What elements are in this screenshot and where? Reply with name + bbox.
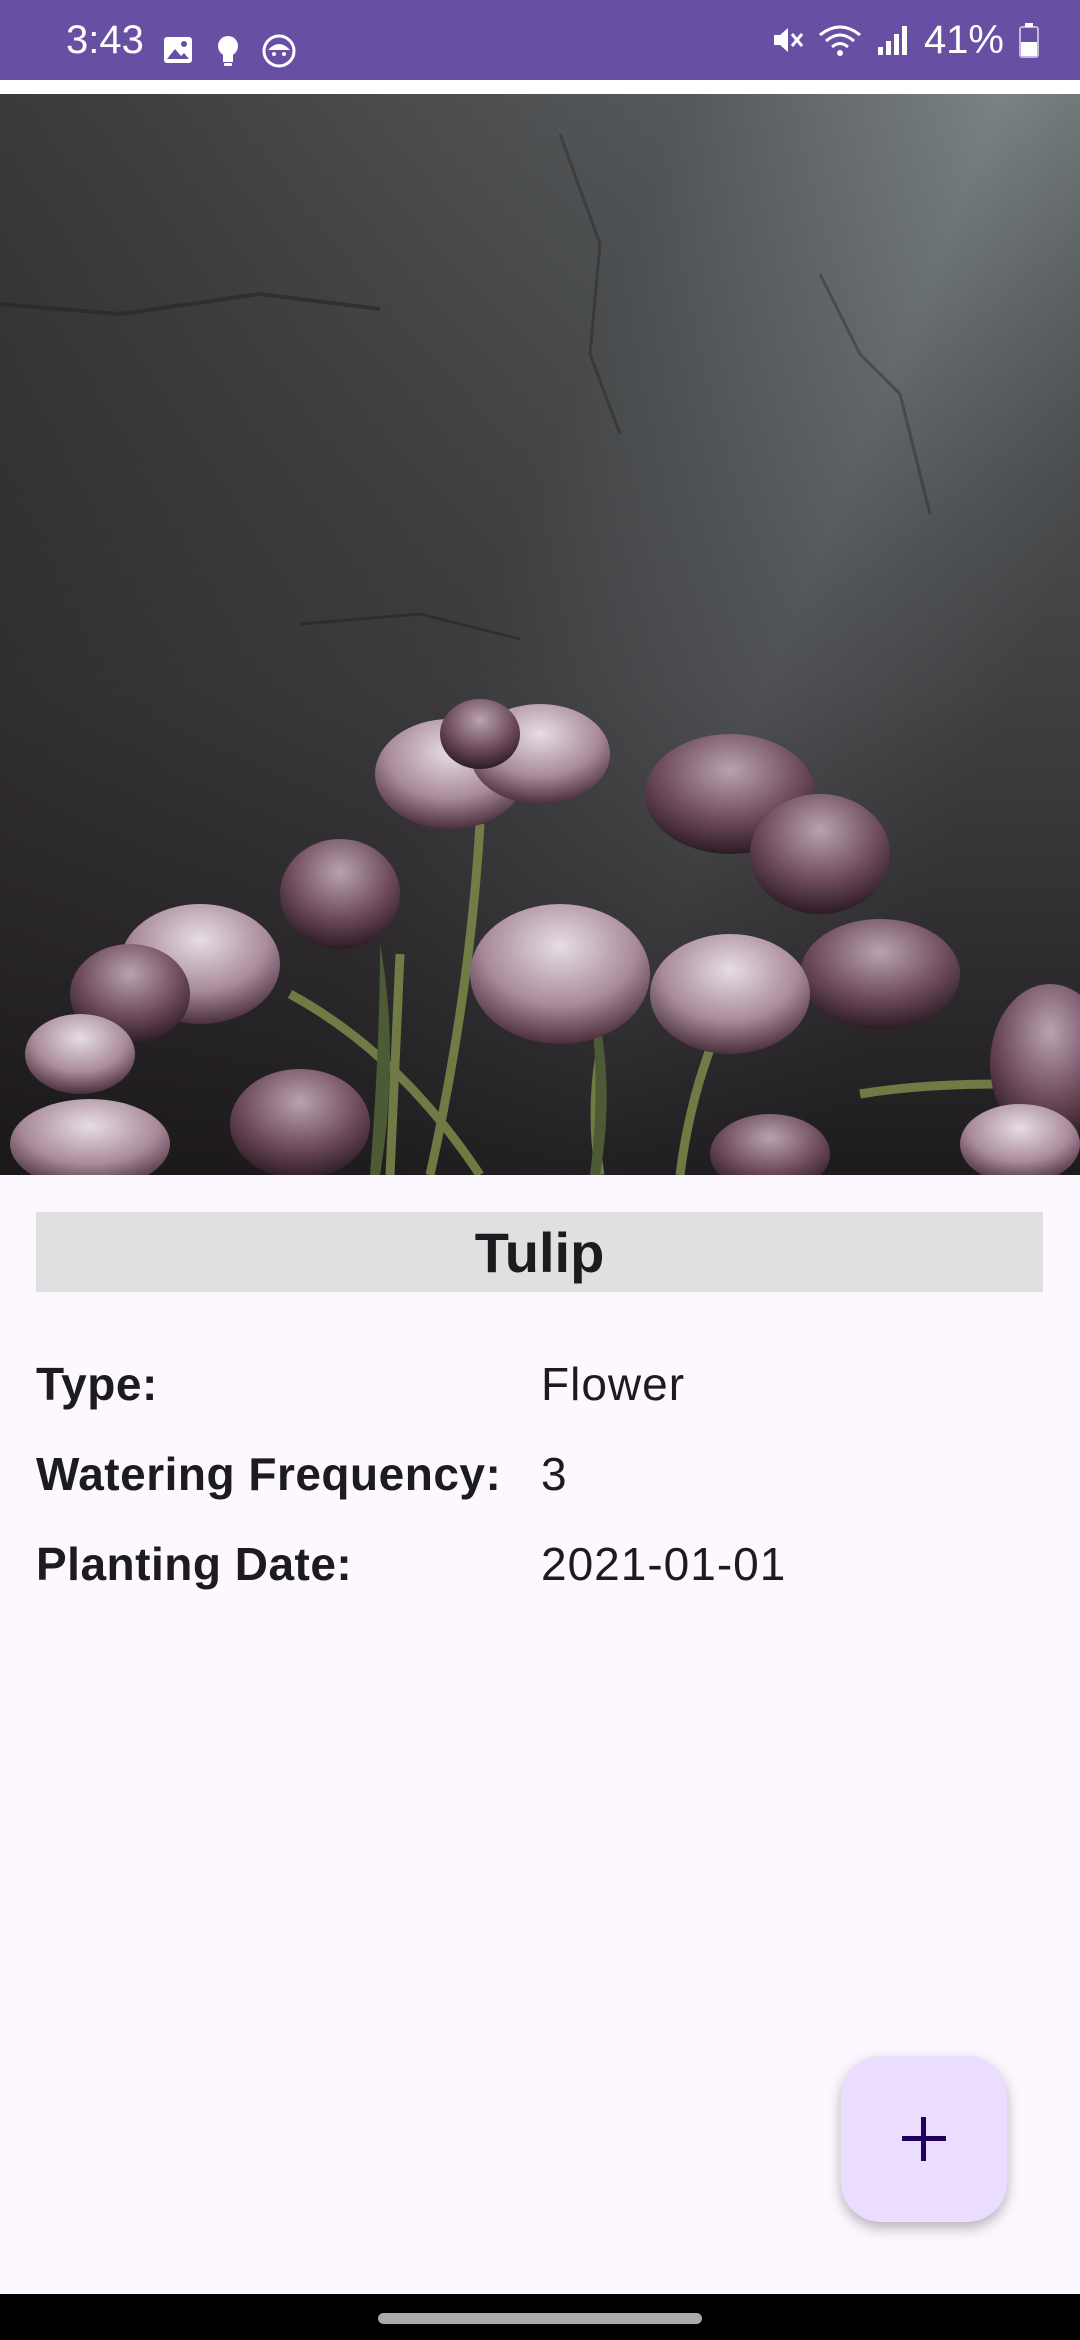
detail-value: 3 — [541, 1448, 568, 1500]
plant-photo — [0, 94, 1080, 1175]
status-bar: 3:43 41% — [0, 0, 1080, 80]
wifi-icon — [819, 25, 861, 56]
detail-row-planting-date: Planting Date: 2021-01-01 — [36, 1537, 1036, 1607]
plant-name: Tulip — [474, 1220, 605, 1284]
add-fab-button[interactable] — [841, 2056, 1007, 2222]
detail-row-type: Type: Flower — [36, 1357, 1036, 1427]
detail-label: Planting Date: — [36, 1538, 353, 1590]
plus-icon — [902, 2117, 946, 2161]
battery-icon — [1019, 23, 1039, 58]
plant-name-header: Tulip — [36, 1212, 1043, 1292]
detail-value: 2021-01-01 — [541, 1538, 787, 1590]
bulb-icon — [218, 36, 238, 66]
detail-value: Flower — [541, 1358, 686, 1410]
signal-icon — [877, 26, 907, 55]
detail-label: Watering Frequency: — [36, 1448, 502, 1500]
tulip-photo — [0, 94, 1080, 1175]
face-icon — [262, 34, 296, 68]
image-icon — [164, 37, 192, 63]
detail-label: Type: — [36, 1358, 158, 1410]
home-gesture-handle[interactable] — [378, 2313, 702, 2324]
battery-percent: 41% — [923, 17, 1004, 62]
mute-icon — [773, 28, 804, 52]
detail-row-watering-frequency: Watering Frequency: 3 — [36, 1447, 1036, 1517]
header-strip — [0, 80, 1080, 94]
status-time: 3:43 — [66, 18, 144, 62]
navigation-bar — [0, 2294, 1080, 2340]
